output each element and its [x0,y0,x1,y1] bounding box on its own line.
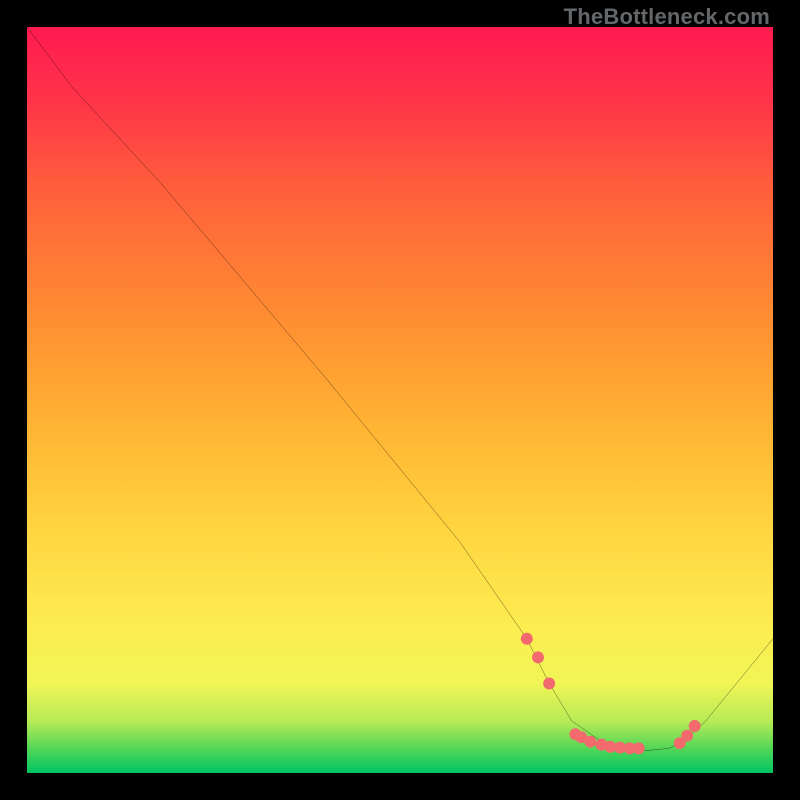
marker-dot [681,730,693,742]
marker-dot [532,651,544,663]
chart-svg [27,27,773,773]
marker-group [521,633,701,755]
marker-dot [521,633,533,645]
plot-area [27,27,773,773]
marker-dot [584,736,596,748]
curve-line [27,27,773,751]
chart-frame: TheBottleneck.com [0,0,800,800]
marker-dot [689,720,701,732]
marker-dot [633,742,645,754]
marker-dot [543,678,555,690]
watermark-text: TheBottleneck.com [564,4,770,30]
